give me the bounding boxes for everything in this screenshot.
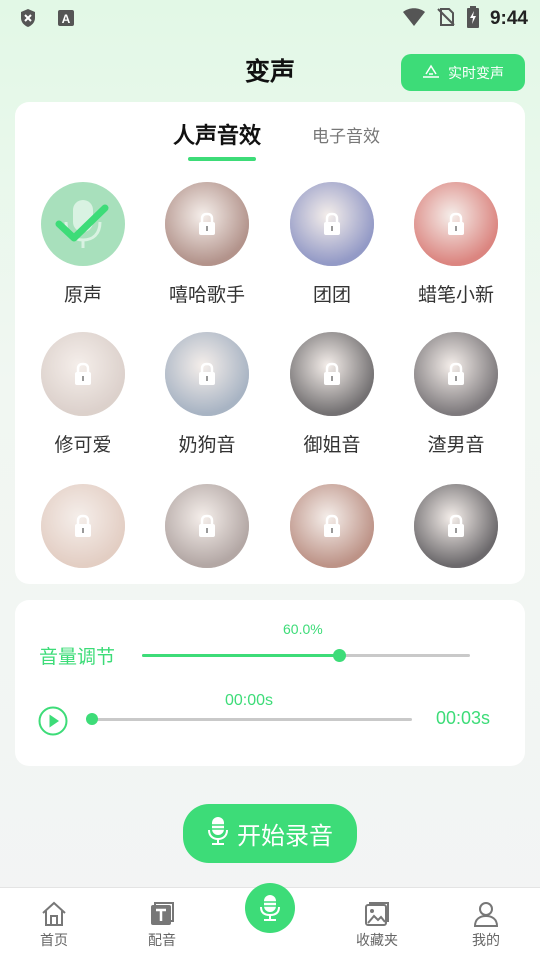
voice-effect-label: 原声 [63,284,102,306]
nav-dubbing-label: 配音 [148,933,176,949]
voice-effect-item[interactable]: 御姐音 [272,332,392,457]
user-icon [472,900,500,928]
nav-favorites[interactable]: 收藏夹 [332,900,422,950]
voice-effect-item[interactable] [272,484,392,568]
voice-effect-item[interactable]: 修可爱 [23,332,143,457]
realtime-voice-label: 实时变声 [448,65,504,82]
voice-effect-item[interactable]: 蜡笔小新 [396,182,516,307]
tab-electronic[interactable]: 电子音效 [312,122,380,147]
voice-effect-item[interactable] [147,484,267,568]
microphone-icon [207,816,229,852]
voice-avatar[interactable] [414,182,498,266]
nav-home-label: 首页 [40,933,68,949]
voice-effect-item[interactable] [23,484,143,568]
voice-avatar[interactable] [41,332,125,416]
no-sim-icon [436,7,456,31]
voice-effect-label: 奶狗音 [178,434,236,456]
voice-effect-item[interactable]: 奶狗音 [147,332,267,457]
lock-icon [72,362,94,386]
playback-slider[interactable] [86,713,412,725]
voice-avatar[interactable] [414,484,498,568]
voice-effect-label: 团团 [312,284,351,306]
status-bar: A 9:44 [0,0,540,36]
text-dubbing-icon [148,900,176,928]
voice-effect-label: 渣男音 [427,434,485,456]
voice-effect-label: 御姐音 [303,434,361,456]
image-gallery-icon [363,900,391,928]
font-app-icon: A [56,8,76,28]
voice-effect-label: 嘻哈歌手 [168,284,245,306]
clock: 9:44 [489,8,528,29]
voice-avatar[interactable] [41,484,125,568]
play-button[interactable] [38,706,68,736]
playback-current-time: 00:00s [225,692,274,709]
voice-avatar[interactable] [290,332,374,416]
voice-effect-label: 蜡笔小新 [417,284,494,306]
shield-x-icon [18,8,38,28]
controls-card: 音量调节 60.0% 00:00s 00:03s [15,600,525,766]
active-tab-indicator [188,157,256,161]
playback-total-time: 00:03s [436,708,491,728]
battery-charging-icon [466,6,480,32]
voice-effects-card: 人声音效 电子音效 原声 嘻哈歌手 团团 蜡笔小新修可爱 奶狗音 御姐音 渣男音 [15,102,525,584]
lock-icon [196,514,218,538]
volume-label: 音量调节 [39,646,116,668]
lock-icon [445,212,467,236]
nav-voice-changer[interactable] [245,883,295,933]
realtime-voice-button[interactable]: 实时变声 [401,54,525,91]
effect-tabs: 人声音效 电子音效 [15,118,525,162]
volume-slider-thumb[interactable] [332,649,346,662]
original-voice-avatar[interactable] [41,182,125,266]
nav-dubbing[interactable]: 配音 [117,900,207,950]
volume-percent: 60.0% [283,621,323,637]
voice-avatar[interactable] [290,484,374,568]
volume-slider[interactable] [142,649,470,662]
voice-effect-item[interactable]: 嘻哈歌手 [147,182,267,307]
nav-home[interactable]: 首页 [9,900,99,950]
wifi-icon [402,7,426,31]
voice-avatar[interactable] [414,332,498,416]
microphone-check-icon [41,182,125,266]
svg-text:A: A [62,12,71,26]
tab-human-voice[interactable]: 人声音效 [173,118,261,150]
nav-favorites-label: 收藏夹 [356,933,398,949]
start-recording-label: 开始录音 [237,822,333,850]
volume-slider-fill [142,654,339,657]
lock-icon [321,514,343,538]
lock-icon [321,212,343,236]
home-icon [40,900,68,928]
nav-mine[interactable]: 我的 [441,900,531,950]
voice-effect-label: 修可爱 [54,434,112,456]
lock-icon [196,212,218,236]
play-icon [38,706,68,736]
bottom-navigation: 首页 配音 收藏夹 我的 [0,883,540,960]
microphone-icon [260,895,280,921]
start-recording-button[interactable]: 开始录音 [183,804,357,863]
voice-effect-item[interactable]: 渣男音 [396,332,516,457]
lock-icon [445,362,467,386]
lock-icon [445,514,467,538]
lock-icon [321,362,343,386]
lock-icon [72,514,94,538]
voice-effect-item[interactable]: 原声 [23,182,143,307]
sound-wave-icon [422,64,440,82]
voice-effect-item[interactable]: 团团 [272,182,392,307]
voice-avatar[interactable] [165,332,249,416]
nav-mine-label: 我的 [472,933,500,949]
voice-avatar[interactable] [165,182,249,266]
playback-slider-thumb[interactable] [86,713,98,725]
lock-icon [196,362,218,386]
voice-avatar[interactable] [165,484,249,568]
voice-avatar[interactable] [290,182,374,266]
voice-effect-item[interactable] [396,484,516,568]
